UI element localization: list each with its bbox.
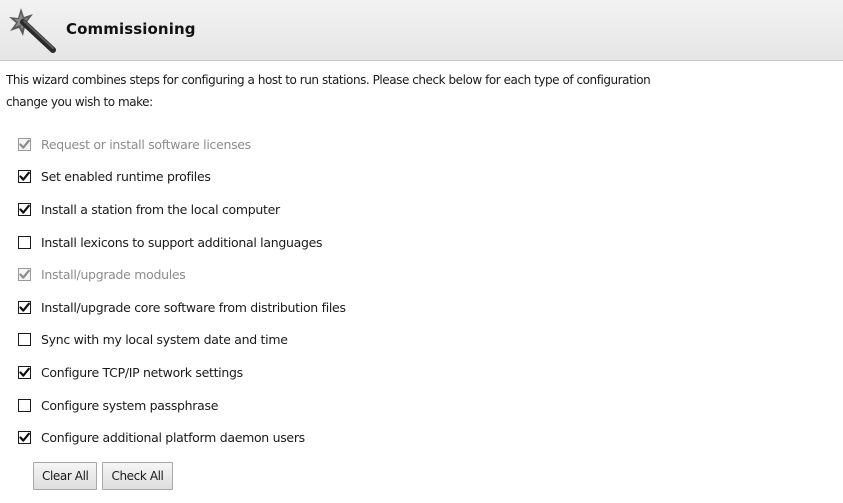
option-daemon-users[interactable]: Configure additional platform daemon use… (17, 421, 817, 454)
checkbox[interactable] (18, 431, 31, 445)
clear-all-button[interactable]: Clear All (33, 462, 98, 490)
wizard-header: Commissioning (0, 0, 843, 61)
checkbox[interactable] (18, 398, 31, 412)
checkmark-icon (19, 432, 30, 442)
checkmark-icon (19, 204, 30, 214)
checkbox[interactable] (18, 333, 31, 347)
option-label: Install lexicons to support additional l… (41, 234, 323, 250)
option-label: Install/upgrade modules (41, 267, 186, 283)
checkmark-icon (19, 302, 30, 312)
checkmark-icon (19, 172, 30, 182)
option-upgrade-modules[interactable]: Install/upgrade modules (17, 258, 817, 291)
checkbox[interactable] (18, 137, 31, 151)
description-line-1: This wizard combines steps for configuri… (6, 73, 651, 87)
option-label: Set enabled runtime profiles (41, 169, 211, 185)
wizard-description: This wizard combines steps for configuri… (6, 69, 843, 113)
checkmark-icon (19, 269, 30, 279)
option-upgrade-core-software[interactable]: Install/upgrade core software from distr… (17, 291, 817, 324)
option-system-passphrase[interactable]: Configure system passphrase (17, 389, 817, 422)
option-label: Install a station from the local compute… (41, 201, 280, 217)
checkmark-icon (19, 139, 30, 149)
checkbox[interactable] (18, 170, 31, 184)
checkbox[interactable] (18, 268, 31, 282)
option-tcp-ip-settings[interactable]: Configure TCP/IP network settings (17, 356, 817, 389)
configuration-options-list: Request or install software licenses Set… (17, 128, 817, 454)
page-title: Commissioning (66, 20, 196, 38)
option-install-station[interactable]: Install a station from the local compute… (17, 193, 817, 226)
option-runtime-profiles[interactable]: Set enabled runtime profiles (17, 161, 817, 194)
option-label: Configure additional platform daemon use… (41, 430, 305, 446)
checkmark-icon (19, 367, 30, 377)
checkbox[interactable] (18, 202, 31, 216)
option-label: Request or install software licenses (41, 136, 251, 152)
option-install-lexicons[interactable]: Install lexicons to support additional l… (17, 226, 817, 259)
checkbox[interactable] (18, 235, 31, 249)
check-all-button[interactable]: Check All (102, 462, 173, 490)
option-label: Configure TCP/IP network settings (41, 364, 243, 380)
option-label: Install/upgrade core software from distr… (41, 299, 346, 315)
checkbox[interactable] (18, 300, 31, 314)
checkbox[interactable] (18, 365, 31, 379)
description-line-2: change you wish to make: (6, 95, 153, 109)
option-label: Configure system passphrase (41, 397, 219, 413)
option-label: Sync with my local system date and time (41, 332, 288, 348)
option-request-licenses[interactable]: Request or install software licenses (17, 128, 817, 161)
magic-wand-icon (9, 8, 56, 53)
action-buttons: Clear All Check All (33, 462, 173, 490)
option-sync-date-time[interactable]: Sync with my local system date and time (17, 324, 817, 357)
